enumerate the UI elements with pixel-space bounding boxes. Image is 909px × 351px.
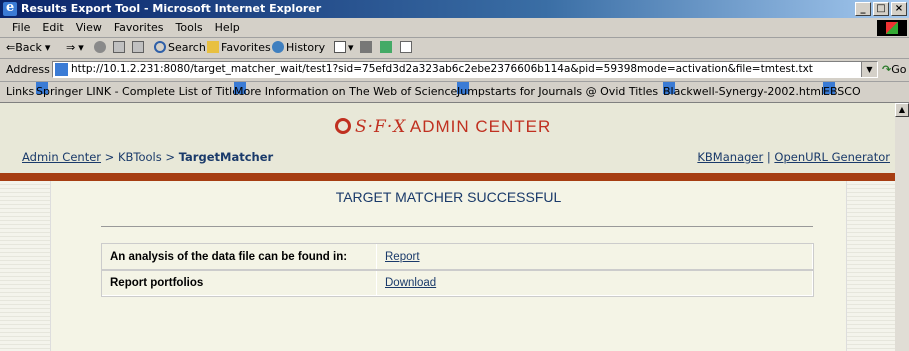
scroll-up-icon[interactable]: ▲ (895, 103, 909, 117)
back-button[interactable]: ⇐Back ▾ (6, 40, 50, 56)
results-table: An analysis of the data file can be foun… (100, 242, 814, 297)
link-springer-label: Springer LINK - Complete List of Titles (36, 85, 245, 98)
menu-edit[interactable]: Edit (36, 19, 69, 37)
breadcrumb: Admin Center > KBTools > TargetMatcher (22, 150, 273, 164)
header-links: KBManager | OpenURL Generator (697, 150, 890, 164)
link-web-of-science-label: More Information on The Web of Science (234, 85, 458, 98)
openurl-generator-link[interactable]: OpenURL Generator (774, 150, 890, 164)
table-row: An analysis of the data file can be foun… (100, 242, 814, 271)
link-ebsco-label: EBSCO (823, 85, 861, 98)
report-link[interactable]: Report (385, 251, 420, 263)
edit-button[interactable] (380, 40, 394, 56)
window-title: Results Export Tool - Microsoft Internet… (21, 2, 322, 15)
admin-header: S·F·X ADMIN CENTER Admin Center > KBTool… (0, 103, 895, 173)
main-panel: TARGET MATCHER SUCCESSFUL An analysis of… (50, 181, 847, 351)
discuss-icon (400, 41, 412, 53)
edit-icon (380, 41, 392, 53)
print-button[interactable] (360, 40, 374, 56)
breadcrumb-separator: > (104, 150, 115, 164)
header-links-divider: | (766, 150, 771, 164)
page-icon (55, 63, 68, 76)
discuss-button[interactable] (400, 40, 414, 56)
back-label: ⇐Back (6, 41, 42, 54)
forward-dropdown-icon[interactable]: ▾ (78, 41, 84, 54)
home-button[interactable] (132, 40, 146, 56)
logo-sfx-text: S·F·X (355, 117, 407, 137)
menu-tools[interactable]: Tools (170, 19, 209, 37)
history-icon (272, 41, 284, 53)
home-icon (132, 41, 144, 53)
brand-divider-bar (0, 173, 895, 181)
links-label: Links (6, 85, 35, 98)
history-button[interactable]: History (272, 40, 325, 56)
mail-icon (334, 41, 346, 53)
search-icon (154, 41, 166, 53)
address-label: Address (6, 63, 50, 76)
vertical-scrollbar[interactable]: ▲ (895, 103, 909, 351)
portfolios-link-cell: Download (376, 269, 813, 296)
address-dropdown-icon[interactable]: ▼ (861, 62, 877, 77)
links-bar: Links Springer LINK - Complete List of T… (0, 82, 909, 103)
link-jumpstarts-label: Jumpstarts for Journals @ Ovid Titles (457, 85, 659, 98)
internet-explorer-icon (3, 0, 17, 17)
minimize-button[interactable]: _ (855, 2, 871, 16)
breadcrumb-separator: > (165, 150, 176, 164)
search-label: Search (168, 41, 206, 54)
refresh-button[interactable] (113, 40, 127, 56)
forward-button[interactable]: ⇒ ▾ (66, 40, 84, 56)
sfx-swoosh-icon (335, 118, 351, 134)
analysis-link-cell: Report (376, 243, 813, 270)
stop-icon (94, 41, 106, 53)
favorites-label: Favorites (221, 41, 271, 54)
menu-file[interactable]: File (6, 19, 36, 37)
go-arrow-icon: ↷ (882, 63, 892, 76)
menu-view[interactable]: View (70, 19, 108, 37)
back-dropdown-icon[interactable]: ▾ (45, 41, 51, 54)
mail-button[interactable]: ▾ (334, 40, 354, 56)
address-input[interactable]: http://10.1.2.231:8080/target_matcher_wa… (52, 61, 878, 78)
success-heading: TARGET MATCHER SUCCESSFUL (335, 189, 562, 205)
window-title-bar: Results Export Tool - Microsoft Internet… (0, 0, 909, 18)
kbmanager-link[interactable]: KBManager (697, 150, 763, 164)
sfx-logo: S·F·X ADMIN CENTER (335, 117, 551, 141)
portfolios-label: Report portfolios (101, 269, 377, 296)
menu-favorites[interactable]: Favorites (108, 19, 170, 37)
menu-help[interactable]: Help (209, 19, 246, 37)
maximize-button[interactable]: □ (873, 2, 889, 16)
content-body: TARGET MATCHER SUCCESSFUL An analysis of… (0, 181, 895, 351)
address-url[interactable]: http://10.1.2.231:8080/target_matcher_wa… (71, 62, 813, 77)
breadcrumb-current: TargetMatcher (178, 150, 274, 164)
forward-label: ⇒ (66, 41, 76, 54)
table-row: Report portfolios Download (100, 268, 814, 297)
logo-admin-text: ADMIN CENTER (409, 117, 552, 136)
page-content: S·F·X ADMIN CENTER Admin Center > KBTool… (0, 103, 895, 351)
print-icon (360, 41, 372, 53)
heading-separator (101, 226, 813, 227)
download-link[interactable]: Download (385, 277, 436, 289)
analysis-label: An analysis of the data file can be foun… (101, 243, 377, 270)
refresh-icon (113, 41, 125, 53)
close-button[interactable]: × (891, 2, 907, 16)
favorites-icon (207, 41, 219, 53)
favorites-button[interactable]: Favorites (207, 40, 271, 56)
go-label: Go (891, 63, 907, 76)
breadcrumb-kbtools: KBTools (117, 150, 162, 164)
go-button[interactable]: ↷Go (882, 59, 906, 81)
windows-logo-icon (877, 20, 907, 36)
menu-bar: File Edit View Favorites Tools Help (0, 19, 909, 38)
window-controls: _ □ × (855, 2, 907, 16)
history-label: History (286, 41, 326, 54)
stop-button[interactable] (94, 40, 108, 56)
standard-toolbar: ⇐Back ▾ ⇒ ▾ Search Favorites History ▾ (0, 38, 909, 59)
breadcrumb-admin-center[interactable]: Admin Center (22, 150, 101, 164)
search-button[interactable]: Search (154, 40, 206, 56)
link-blackwell-label: Blackwell-Synergy-2002.html (663, 85, 824, 98)
address-bar: Address http://10.1.2.231:8080/target_ma… (0, 59, 909, 82)
